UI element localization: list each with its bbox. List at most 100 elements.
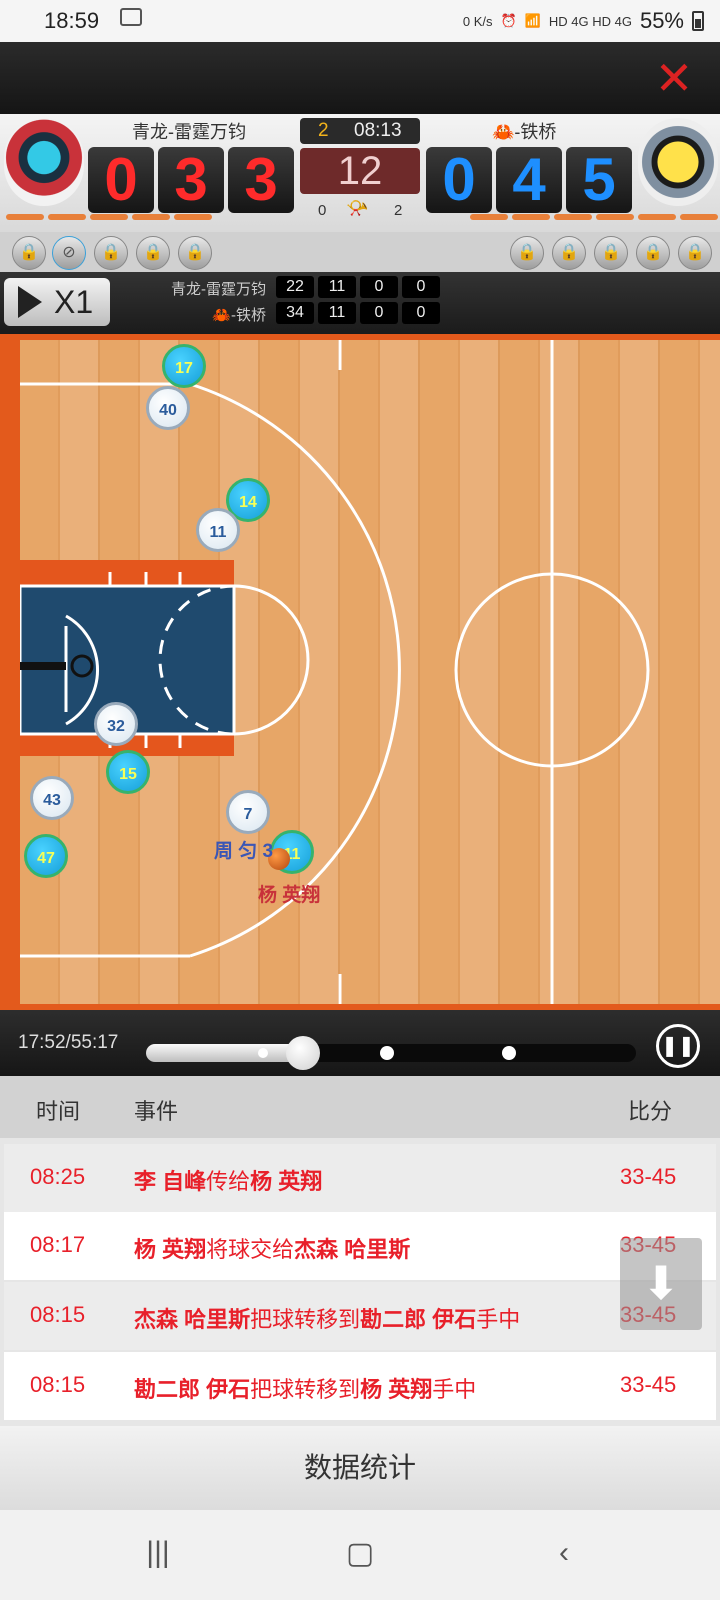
event-row: 08:25 李 自峰传给杨 英翔 33-45 (4, 1144, 716, 1212)
basketball-court: 17 40 14 11 32 15 43 47 7 11 周 匀 3 杨 英翔 (20, 340, 720, 1004)
col-event: 事件 (134, 1099, 179, 1124)
player-name-label: 周 匀 3 (214, 841, 274, 862)
lock-icon[interactable]: 🔒 (12, 236, 46, 270)
home-score-digit: 3 (228, 147, 294, 213)
player-name-label: 杨 英翔 (258, 885, 321, 906)
home-team-logo (4, 118, 84, 206)
events-header: 时间 事件 比分 (0, 1076, 720, 1138)
event-desc: 杰森 哈里斯把球转移到勘二郎 伊石手中 (134, 1307, 521, 1332)
lock-icon[interactable]: 🔒 (94, 236, 128, 270)
home-icon[interactable]: ▢ (330, 1536, 390, 1576)
android-nav-bar: ||| ▢ ‹ (0, 1510, 720, 1600)
home-team-name: 青龙-雷霆万钧 (132, 122, 246, 142)
away-fouls: 2 (394, 202, 403, 219)
col-score: 比分 (628, 1099, 673, 1124)
playback-bar: 17:52/55:17 ❚❚ (0, 1010, 720, 1076)
event-time: 08:15 (30, 1302, 86, 1327)
home-player-marker[interactable]: 32 (94, 702, 138, 746)
stat-cell: 0 (360, 276, 398, 298)
event-time: 08:17 (30, 1232, 86, 1257)
screenshot-icon (120, 8, 142, 26)
status-icons: 0 K/s ⏰ 📶 HD 4G HD 4G 55% (463, 8, 704, 34)
stat-cell: 0 (402, 302, 440, 324)
away-player-marker[interactable]: 47 (24, 834, 68, 878)
stat-cell: 11 (318, 302, 356, 324)
lock-icon[interactable]: 🔒 (552, 236, 586, 270)
speed-label: X1 (54, 284, 94, 320)
col-time: 时间 (36, 1099, 81, 1124)
event-score: 33-45 (620, 1372, 677, 1397)
alarm-icon: ⏰ (500, 13, 517, 28)
away-score-digit: 5 (566, 147, 632, 213)
game-clock: 08:13 (354, 120, 402, 141)
lock-icon[interactable]: 🔒 (678, 236, 712, 270)
scroll-down-icon[interactable]: ⬇ (620, 1238, 702, 1330)
wifi-icon: 📶 (524, 13, 541, 28)
whistle-icon: 📯 (346, 198, 369, 218)
event-desc: 杨 英翔将球交给杰森 哈里斯 (134, 1237, 411, 1262)
home-fouls: 0 (318, 202, 327, 219)
status-time: 18:59 (44, 8, 100, 33)
stat-team-home: 青龙-雷霆万钧 (171, 281, 266, 298)
home-score-digit: 0 (88, 147, 154, 213)
battery-percent: 55% (639, 8, 684, 33)
close-icon[interactable]: ✕ (652, 55, 696, 101)
stats-button[interactable]: 数据统计 (0, 1426, 720, 1510)
home-player-marker[interactable]: 7 (226, 790, 270, 834)
event-row: 08:17 杨 英翔将球交给杰森 哈里斯 33-45 (4, 1212, 716, 1280)
events-table: 时间 事件 比分 08:25 李 自峰传给杨 英翔 33-45 08:17 杨 … (0, 1076, 720, 1426)
stat-team-away: 🦀-铁桥 (212, 307, 266, 324)
stat-cell: 22 (276, 276, 314, 298)
home-player-marker[interactable]: 40 (146, 386, 190, 430)
blocked-icon[interactable]: ⊘ (52, 236, 86, 270)
away-team-logo (638, 118, 718, 206)
lock-icon[interactable]: 🔒 (178, 236, 212, 270)
quarter-number: 2 (318, 120, 329, 141)
stat-cell: 0 (360, 302, 398, 324)
marker-dot (502, 1046, 516, 1060)
marker-dot (258, 1048, 268, 1058)
stat-cell: 0 (402, 276, 440, 298)
away-player-marker[interactable]: 15 (106, 750, 150, 794)
top-bar: ✕ (0, 42, 720, 114)
progress-knob[interactable] (285, 1036, 320, 1070)
court-area: 17 40 14 11 32 15 43 47 7 11 周 匀 3 杨 英翔 (0, 334, 720, 1010)
progress-slider[interactable] (146, 1036, 636, 1070)
event-time: 08:15 (30, 1372, 86, 1397)
event-desc: 勘二郎 伊石把球转移到杨 英翔手中 (134, 1377, 477, 1402)
playback-time: 17:52/55:17 (18, 1032, 119, 1053)
pause-icon[interactable]: ❚❚ (656, 1024, 700, 1068)
scoreboard: 青龙-雷霆万钧 🦀-铁桥 0 3 3 2 08:13 12 0 📯 2 0 4 … (0, 114, 720, 232)
home-player-marker[interactable]: 43 (30, 776, 74, 820)
lock-icon[interactable]: 🔒 (136, 236, 170, 270)
signal-labels: HD 4G HD 4G (548, 13, 632, 29)
lock-icon[interactable]: 🔒 (594, 236, 628, 270)
home-score-digit: 3 (158, 147, 224, 213)
marker-dot (380, 1046, 394, 1060)
court-lines (20, 340, 650, 1004)
away-team-name: 🦀-铁桥 (492, 122, 557, 142)
event-time: 08:25 (30, 1164, 86, 1189)
game-clock-box: 2 08:13 (300, 118, 420, 144)
event-row: 08:15 杰森 哈里斯把球转移到勘二郎 伊石手中 33-45 (4, 1282, 716, 1350)
away-timeout-bars (470, 214, 718, 220)
lock-icon[interactable]: 🔒 (510, 236, 544, 270)
event-row: 08:15 勘二郎 伊石把球转移到杨 英翔手中 33-45 (4, 1352, 716, 1420)
status-bar: 18:59 0 K/s ⏰ 📶 HD 4G HD 4G 55% (0, 0, 720, 42)
back-icon[interactable]: ‹ (534, 1536, 594, 1576)
stat-cell: 34 (276, 302, 314, 324)
stat-cell: 11 (318, 276, 356, 298)
event-score: 33-45 (620, 1164, 677, 1189)
battery-icon (692, 11, 704, 31)
home-player-marker[interactable]: 11 (196, 508, 240, 552)
speed-button[interactable]: X1 (4, 278, 110, 326)
lock-icon[interactable]: 🔒 (636, 236, 670, 270)
net-speed: 0 K/s (462, 13, 493, 29)
app-root: 18:59 0 K/s ⏰ 📶 HD 4G HD 4G 55% ✕ 青龙-雷霆万… (0, 0, 720, 1600)
recent-apps-icon[interactable]: ||| (128, 1536, 188, 1576)
away-player-marker[interactable]: 17 (162, 344, 206, 388)
away-score-digit: 4 (496, 147, 562, 213)
replay-controls: X1 青龙-雷霆万钧 🦀-铁桥 22 11 0 0 34 11 0 0 (0, 272, 720, 334)
home-timeout-bars (6, 214, 212, 220)
play-icon (18, 286, 42, 318)
